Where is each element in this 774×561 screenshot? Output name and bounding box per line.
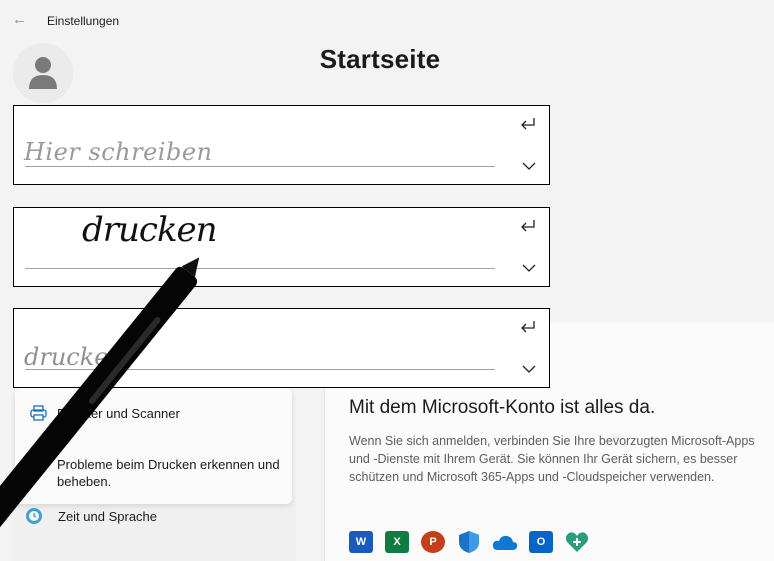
handwriting-placeholder: Hier schreiben [24, 138, 213, 166]
search-suggestions-popup: Drucker und Scanner Probleme beim Drucke… [15, 388, 292, 504]
onedrive-icon [492, 533, 518, 556]
suggestion-printers-scanners[interactable]: Drucker und Scanner [57, 405, 180, 422]
promo-text: Wenn Sie sich anmelden, verbinden Sie Ih… [349, 434, 755, 484]
handwriting-input-empty[interactable]: Hier schreiben [13, 105, 550, 185]
word-icon: W [349, 531, 373, 553]
writing-baseline [25, 166, 495, 167]
page-title: Startseite [319, 44, 441, 74]
clock-globe-icon [24, 506, 44, 531]
handwriting-input-ink[interactable]: drucken [13, 207, 550, 287]
back-arrow-icon[interactable]: ← [12, 12, 28, 28]
handwriting-suggestion: drucken [24, 343, 124, 371]
printer-icon [30, 405, 47, 426]
defender-icon [458, 530, 480, 559]
chevron-down-icon[interactable] [522, 263, 536, 273]
window-title: Einstellungen [47, 14, 120, 28]
sidebar-item-time-language[interactable]: Zeit und Sprache [58, 509, 157, 524]
handwriting-input-suggestion[interactable]: drucken [13, 308, 550, 388]
chevron-down-icon[interactable] [522, 161, 536, 171]
enter-icon[interactable] [519, 218, 537, 234]
powerpoint-icon: P [421, 531, 445, 553]
handwritten-ink: drucken [82, 210, 218, 250]
promo-title: Mit dem Microsoft-Konto ist alles da. [349, 397, 656, 418]
outlook-icon: O [529, 531, 553, 553]
enter-icon[interactable] [519, 116, 537, 132]
writing-baseline [25, 369, 495, 370]
writing-baseline [25, 268, 495, 269]
suggestion-print-troubleshoot[interactable]: Probleme beim Drucken erkennen und beheb… [57, 456, 282, 490]
chevron-down-icon[interactable] [522, 364, 536, 374]
family-icon [565, 531, 589, 558]
troubleshoot-icon [30, 458, 46, 477]
enter-icon[interactable] [519, 319, 537, 335]
excel-icon: X [385, 531, 409, 553]
